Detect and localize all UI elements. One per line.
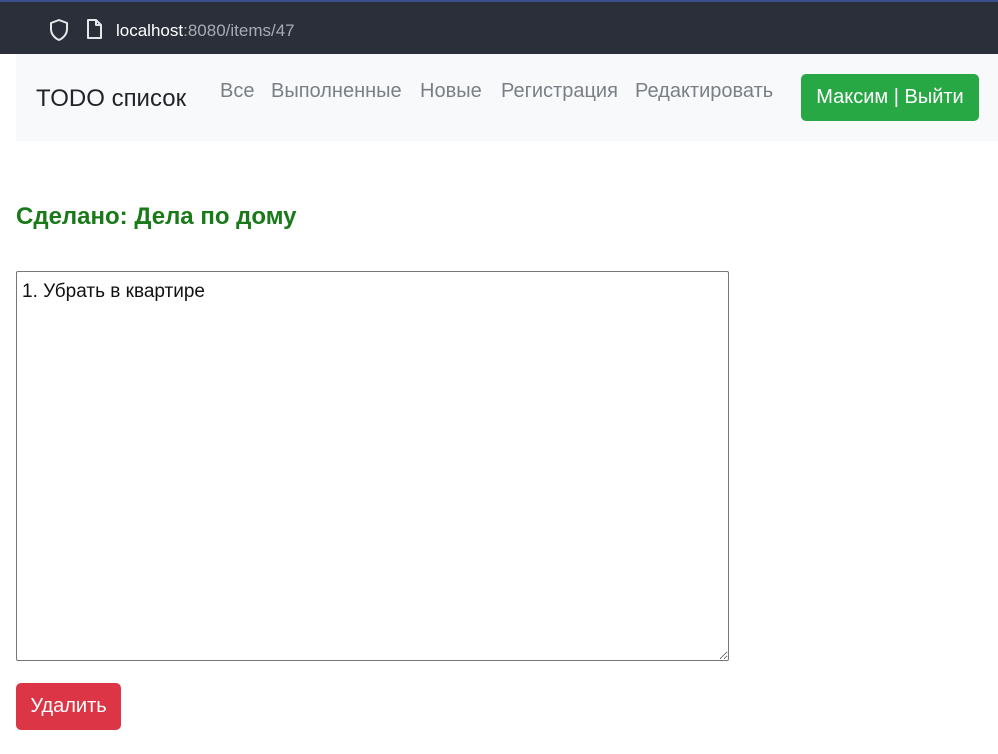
url-field[interactable]: localhost:8080/items/47 (116, 21, 295, 41)
nav-link-edit[interactable]: Редактировать (635, 80, 773, 103)
nav-link-done[interactable]: Выполненные (271, 80, 402, 103)
delete-button[interactable]: Удалить (16, 683, 121, 730)
shield-icon[interactable] (49, 19, 69, 41)
url-path: :8080/items/47 (183, 21, 295, 40)
navbar-brand[interactable]: TODO список (36, 85, 186, 113)
nav-link-new[interactable]: Новые (420, 80, 482, 103)
browser-address-bar: localhost:8080/items/47 (0, 0, 998, 54)
navbar: TODO список Все Выполненные Новые Регист… (16, 54, 998, 141)
page-icon (87, 19, 102, 39)
url-host: localhost (116, 21, 184, 40)
user-logout-button[interactable]: Максим | Выйти (801, 74, 979, 121)
nav-link-registration[interactable]: Регистрация (501, 80, 618, 103)
item-description-textarea[interactable]: 1. Убрать в квартире (16, 271, 729, 661)
nav-link-all[interactable]: Все (220, 80, 254, 103)
item-title: Сделано: Дела по дому (16, 203, 297, 230)
